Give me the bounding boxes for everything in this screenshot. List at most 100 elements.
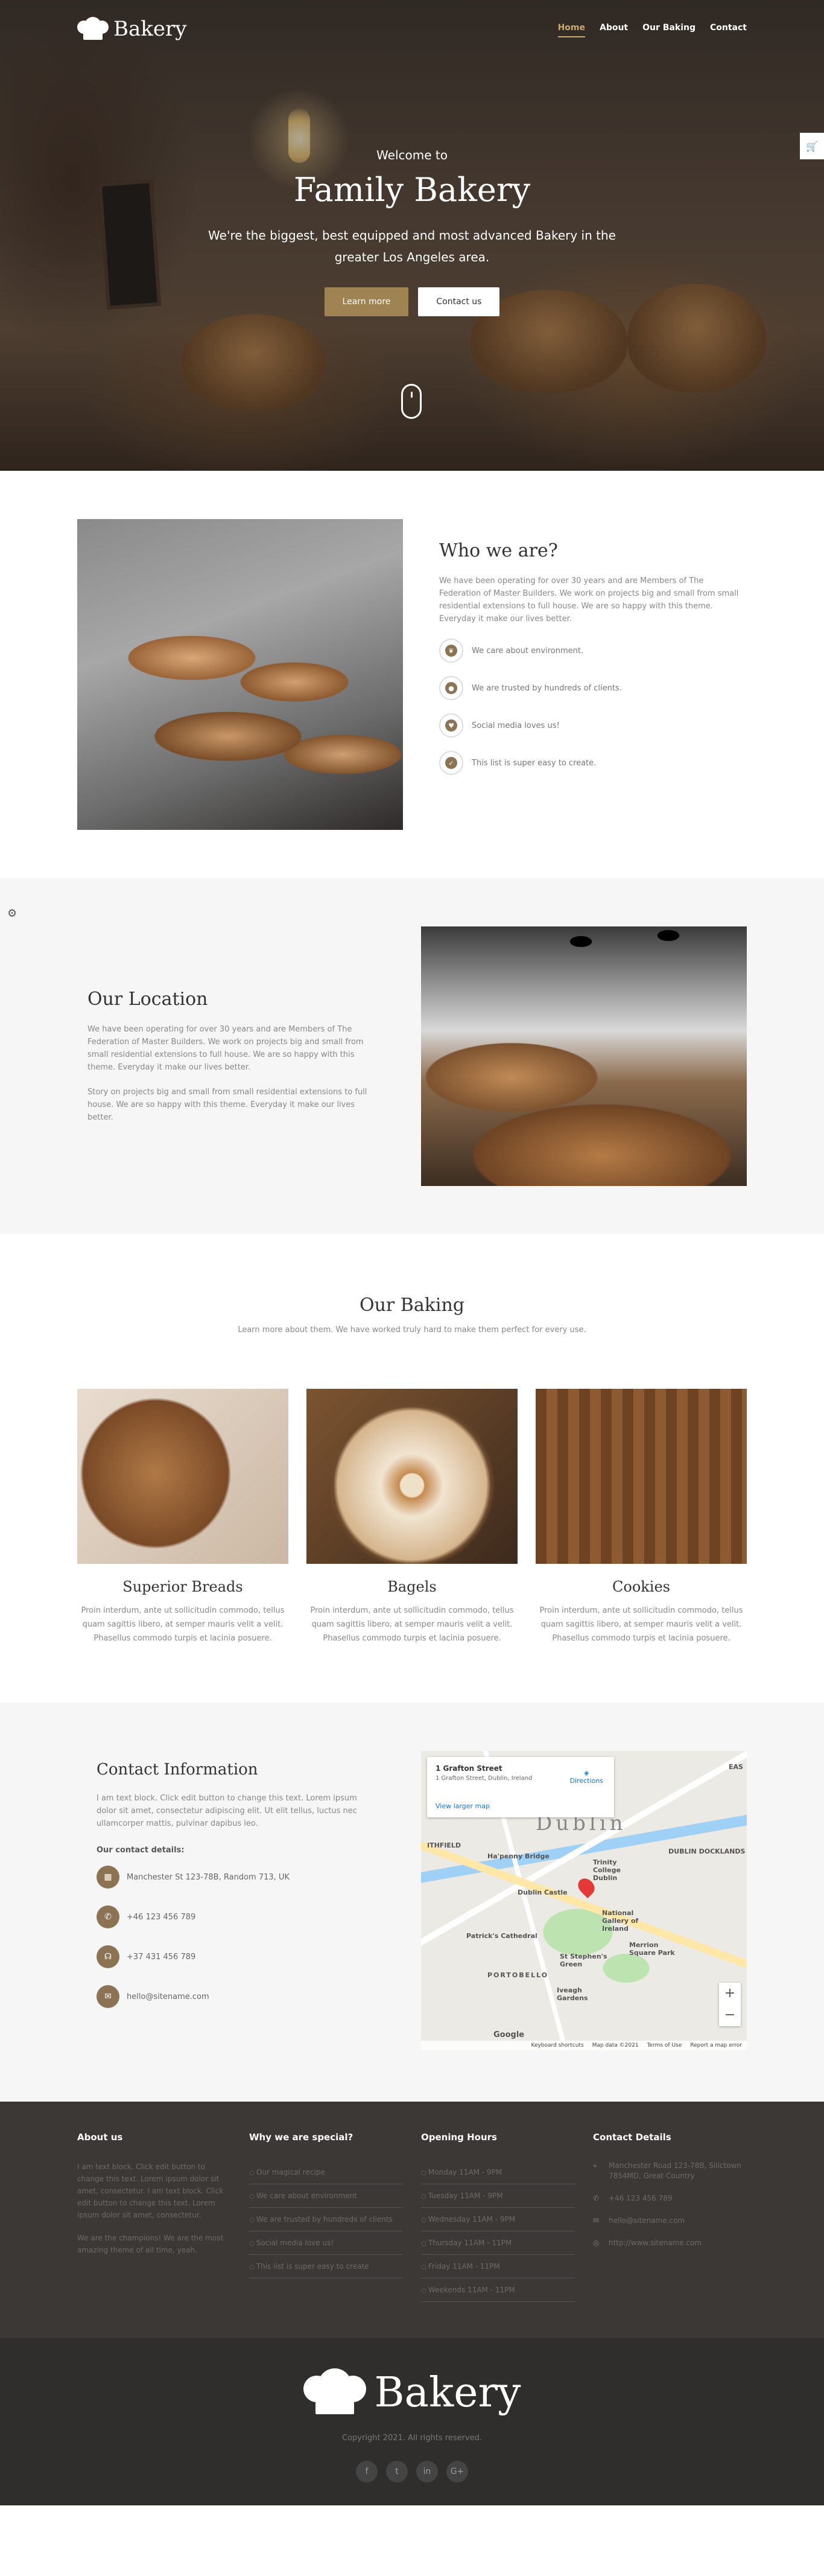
contact-details-label: Our contact details: [97, 1846, 185, 1855]
product-text: Proin interdum, ante ut sollicitudin com… [81, 1606, 285, 1643]
nav-item-about[interactable]: About [600, 23, 628, 37]
scroll-down-icon[interactable] [401, 384, 422, 419]
list-item: This list is super easy to create [249, 2255, 403, 2278]
main-menu: Home About Our Baking Contact [557, 23, 747, 37]
list-item: Monday 11AM - 9PM [421, 2161, 575, 2184]
hero-section: Bakery Home About Our Baking Contact 🛒 W… [0, 0, 824, 471]
chef-hat-icon [303, 2368, 366, 2417]
footer-widgets: About us I am text block. Click edit but… [0, 2102, 824, 2338]
list-item: Wednesday 11AM - 9PM [421, 2208, 575, 2231]
map-zoom-control: + − [719, 1983, 741, 2026]
bagel-image [306, 1389, 518, 1564]
location-text-1: We have been operating for over 30 years… [87, 1025, 364, 1072]
google-plus-icon[interactable]: G+ [446, 2461, 468, 2482]
list-item: We are trusted by hundreds of clients [249, 2208, 403, 2231]
google-map[interactable]: Dublin ITHFIELD Ha'penny Bridge Trinity … [421, 1751, 747, 2050]
list-item: Tuesday 11AM - 9PM [421, 2184, 575, 2208]
who-text: We have been operating for over 30 years… [439, 576, 739, 623]
who-we-are-section: Who we are? We have been operating for o… [0, 471, 824, 878]
contact-section: Contact Information I am text block. Cli… [0, 1703, 824, 2102]
product-card: Cookies Proin interdum, ante ut sollicit… [536, 1389, 747, 1645]
bread-tray-image [77, 519, 403, 830]
map-footer: Keyboard shortcuts Map data ©2021 Terms … [421, 2041, 747, 2050]
feature-item: ❦ We care about environment. [439, 639, 747, 663]
bakery-counter-image [421, 926, 747, 1186]
zoom-out-button[interactable]: − [719, 2004, 741, 2026]
product-card: Bagels Proin interdum, ante ut sollicitu… [306, 1389, 518, 1645]
hero-title: Family Bakery [293, 171, 531, 209]
zoom-in-button[interactable]: + [719, 1983, 741, 2004]
map-info-card: 1 Grafton Street 1 Grafton Street, Dubli… [427, 1757, 614, 1817]
who-title: Who we are? [439, 540, 558, 561]
baking-subtitle: Learn more about them. We have worked tr… [238, 1325, 586, 1334]
hero-pretitle: Welcome to [376, 148, 448, 162]
hero-text: We're the biggest, best equipped and mos… [208, 228, 616, 264]
contact-row: ☊ +37 431 456 789 [97, 1945, 373, 1968]
footer-hours: Opening Hours Monday 11AM - 9PM Tuesday … [421, 2132, 575, 2302]
chef-hat-icon [77, 17, 109, 41]
copyright: Copyright 2021. All rights reserved. [342, 2434, 482, 2443]
phone-icon: ✆ [593, 2194, 600, 2202]
product-text: Proin interdum, ante ut sollicitudin com… [310, 1606, 514, 1643]
product-text: Proin interdum, ante ut sollicitudin com… [539, 1606, 743, 1643]
list-item: Our magical recipe [249, 2161, 403, 2184]
baking-title: Our Baking [359, 1295, 465, 1316]
product-title: Cookies [612, 1578, 670, 1595]
contact-text: I am text block. Click edit button to ch… [97, 1794, 357, 1828]
list-item: Friday 11AM - 11PM [421, 2255, 575, 2278]
contact-row[interactable]: ✉ hello@sitename.com [97, 1985, 373, 2008]
list-item: Weekends 11AM - 11PM [421, 2278, 575, 2302]
nav-item-home[interactable]: Home [557, 23, 585, 37]
view-larger-map-link[interactable]: View larger map [436, 1802, 490, 1810]
bottom-footer: Bakery Copyright 2021. All rights reserv… [0, 2338, 824, 2505]
brand-name: Bakery [113, 17, 187, 41]
check-icon: ✓ [445, 757, 457, 769]
contact-row: ▦ Manchester St 123-78B, Random 713, UK [97, 1866, 373, 1889]
location-title: Our Location [87, 989, 208, 1010]
gear-icon[interactable]: ⚙ [7, 907, 17, 920]
users-icon: ● [445, 682, 457, 694]
directions-icon: ◈ [584, 1769, 589, 1777]
cookies-image [536, 1389, 747, 1564]
top-navigation: Bakery Home About Our Baking Contact [0, 0, 824, 60]
map-icon: ▦ [97, 1866, 119, 1889]
google-logo: Google [493, 2030, 525, 2039]
feature-item: ♥ Social media loves us! [439, 713, 747, 738]
contact-title: Contact Information [97, 1761, 258, 1779]
product-title: Bagels [387, 1578, 437, 1595]
footer-about: About us I am text block. Click edit but… [77, 2132, 224, 2254]
phone-icon: ✆ [97, 1905, 119, 1928]
twitter-icon[interactable]: t [386, 2461, 408, 2482]
globe-icon: ◎ [593, 2239, 600, 2247]
bread-image [77, 1389, 288, 1564]
leaf-icon: ❦ [445, 645, 457, 657]
contact-us-button[interactable]: Contact us [418, 287, 500, 316]
nav-item-contact[interactable]: Contact [710, 23, 747, 37]
location-text-2: Story on projects big and small from sma… [87, 1088, 367, 1122]
feature-item: ● We are trusted by hundreds of clients. [439, 676, 747, 700]
footer-logo[interactable]: Bakery [303, 2368, 521, 2417]
location-icon: ⌖ [593, 2161, 597, 2170]
footer-special: Why we are special? Our magical recipe W… [249, 2132, 403, 2302]
list-item: Social media love us! [249, 2231, 403, 2255]
directions-link[interactable]: ◈ Directions [570, 1769, 603, 1785]
list-item: We care about environment [249, 2184, 403, 2208]
product-card: Superior Breads Proin interdum, ante ut … [77, 1389, 288, 1645]
product-title: Superior Breads [122, 1578, 243, 1595]
cart-icon[interactable]: 🛒 [800, 133, 824, 159]
contact-row: ✆ +46 123 456 789 [97, 1905, 373, 1928]
learn-more-button[interactable]: Learn more [324, 287, 409, 316]
facebook-icon[interactable]: f [356, 2461, 378, 2482]
mail-icon: ✉ [593, 2216, 600, 2225]
linkedin-icon[interactable]: in [416, 2461, 438, 2482]
site-logo[interactable]: Bakery [77, 17, 186, 41]
footer-contact-details: Contact Details ⌖ Manchester Road 123-78B… [593, 2132, 741, 2247]
our-baking-section: Our Baking Learn more about them. We hav… [0, 1234, 824, 1703]
list-item: Thursday 11AM - 11PM [421, 2231, 575, 2255]
location-section: ⚙ Our Location We have been operating fo… [0, 878, 824, 1234]
headset-icon: ☊ [97, 1945, 119, 1968]
nav-item-our-baking[interactable]: Our Baking [642, 23, 696, 37]
mail-icon: ✉ [97, 1985, 119, 2008]
heart-icon: ♥ [445, 719, 457, 732]
feature-item: ✓ This list is super easy to create. [439, 751, 747, 775]
